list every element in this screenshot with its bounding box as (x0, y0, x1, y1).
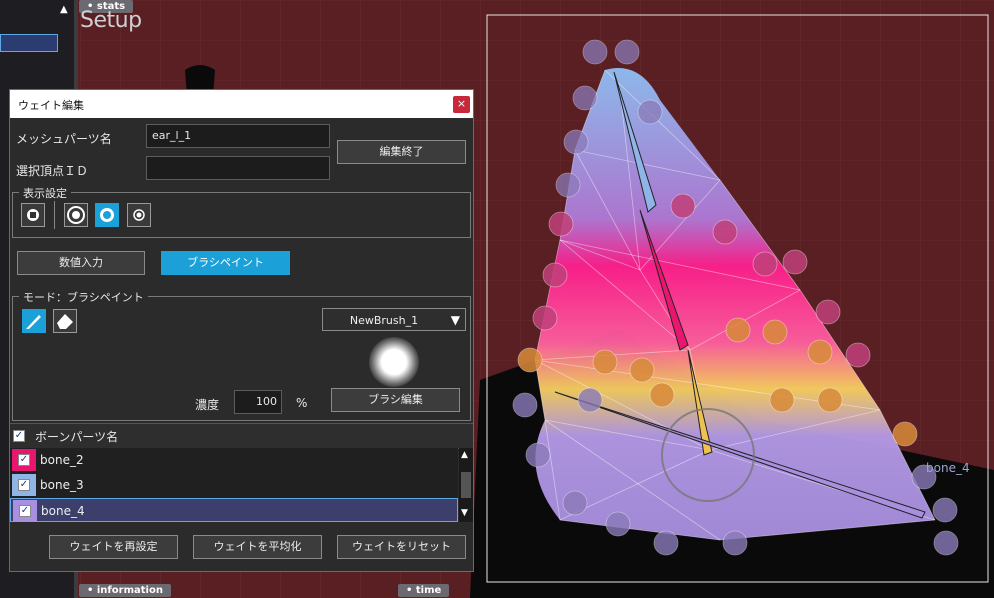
selected-item-highlight[interactable] (0, 34, 58, 52)
display-settings-group: 表示設定 (12, 185, 471, 238)
bone-list-header: ✓ ボーンパーツ名 (10, 423, 473, 449)
time-tab[interactable]: • time (398, 584, 450, 597)
dialog-titlebar[interactable]: ウェイト編集 × (10, 90, 473, 118)
bone-color-swatch: ✓ (12, 449, 36, 471)
brush-icon[interactable] (22, 309, 46, 333)
bone-name: bone_3 (40, 478, 84, 492)
scroll-down-icon[interactable]: ▼ (461, 508, 468, 518)
bone-color-swatch: ✓ (13, 500, 37, 522)
brush-select[interactable]: NewBrush_1 ▼ (322, 308, 466, 331)
close-icon: × (456, 97, 467, 110)
mesh-part-field[interactable]: ear_l_1 (146, 124, 330, 148)
selected-vertex-field[interactable] (146, 156, 330, 180)
bone-name: bone_4 (41, 504, 85, 518)
viewport-bone-label: bone_4 (926, 461, 970, 475)
tab-numeric-input[interactable]: 数値入力 (17, 251, 145, 275)
brush-preview (369, 337, 419, 387)
reset-weights-button[interactable]: ウェイトを再設定 (49, 535, 178, 559)
vertex-ring-icon[interactable] (64, 203, 88, 227)
list-item[interactable]: ✓ bone_3 (10, 473, 458, 497)
bone-list: ✓ bone_2 ✓ bone_3 ✓ bone_4 (10, 448, 458, 522)
list-item[interactable]: ✓ bone_4 (10, 498, 458, 522)
bone-checkbox[interactable]: ✓ (19, 505, 31, 517)
brush-mode-group: モード：ブラシペイント NewBrush_1 ▼ 濃度 100 % ブラシ編集 (12, 289, 471, 421)
time-tab-label: time (415, 585, 442, 596)
vertex-dot-icon[interactable] (127, 203, 151, 227)
mesh-part-label: メッシュパーツ名 (16, 132, 112, 146)
list-item[interactable]: ✓ bone_2 (10, 448, 458, 472)
density-label: 濃度 (195, 398, 220, 412)
bone-list-scrollbar[interactable]: ▲ ▼ (459, 448, 473, 522)
bone-name: bone_2 (40, 453, 84, 467)
bone-header-label: ボーンパーツ名 (35, 430, 119, 444)
bone-checkbox[interactable]: ✓ (18, 454, 30, 466)
mode-title: Setup (80, 8, 142, 33)
dialog-title: ウェイト編集 (18, 99, 84, 112)
eraser-icon[interactable] (53, 309, 77, 333)
tab-brush-paint[interactable]: ブラシペイント (161, 251, 290, 275)
selected-vertex-label: 選択頂点ＩＤ (16, 164, 89, 178)
brush-edit-button[interactable]: ブラシ編集 (331, 388, 460, 412)
display-divider (54, 201, 55, 229)
weight-edit-dialog: ウェイト編集 × メッシュパーツ名 ear_l_1 選択頂点ＩＤ 編集終了 表示… (9, 89, 474, 572)
bone-checkbox[interactable]: ✓ (18, 479, 30, 491)
information-tab-label: information (96, 585, 163, 596)
density-unit: % (296, 396, 308, 410)
information-tab[interactable]: • information (79, 584, 171, 597)
vertex-square-icon[interactable] (21, 203, 45, 227)
display-settings-legend: 表示設定 (19, 185, 71, 201)
brush-select-value: NewBrush_1 (349, 314, 419, 327)
density-input[interactable]: 100 (234, 390, 282, 414)
scroll-thumb[interactable] (461, 472, 471, 498)
end-edit-button[interactable]: 編集終了 (337, 140, 466, 164)
vertex-ring-filled-icon[interactable] (95, 203, 119, 227)
brush-mode-legend: モード：ブラシペイント (19, 289, 148, 305)
bone-color-swatch: ✓ (12, 474, 36, 496)
chevron-down-icon: ▼ (450, 313, 460, 327)
clear-weights-button[interactable]: ウェイトをリセット (337, 535, 466, 559)
average-weights-button[interactable]: ウェイトを平均化 (193, 535, 322, 559)
select-all-bones-checkbox[interactable]: ✓ (13, 430, 25, 442)
scroll-up-icon[interactable]: ▲ (461, 450, 468, 460)
scroll-up-icon[interactable]: ▲ (60, 4, 68, 15)
close-button[interactable]: × (453, 96, 470, 113)
